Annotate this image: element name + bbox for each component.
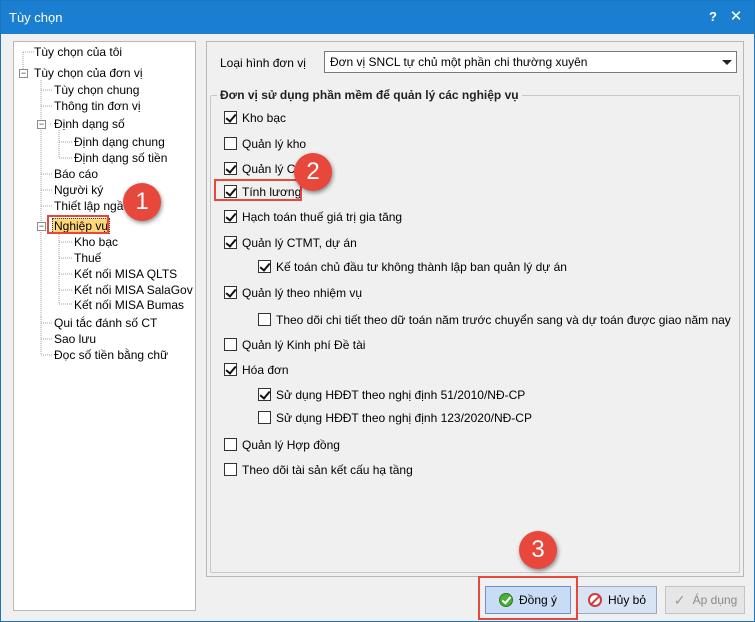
window-title: Tùy chọn [9, 10, 63, 25]
collapse-icon[interactable]: − [19, 69, 28, 78]
checkbox[interactable] [224, 286, 237, 299]
tree-item-general[interactable]: Tùy chọn chung [54, 82, 139, 98]
tree-item-voucher-numbering[interactable]: Qui tắc đánh số CT [54, 315, 157, 331]
group-title: Đơn vị sử dụng phần mềm để quản lý các n… [217, 88, 522, 102]
checkbox[interactable] [224, 463, 237, 476]
tree-item-setup[interactable]: Thiết lập ngầ [54, 198, 123, 214]
tree-item-tax[interactable]: Thuế [74, 250, 101, 266]
checkbox[interactable] [224, 363, 237, 376]
highlight-box-operations [47, 215, 109, 234]
collapse-icon[interactable]: − [37, 222, 46, 231]
highlight-box-ok [478, 576, 578, 620]
tree-item-misa-bumas[interactable]: Kết nối MISA Bumas [74, 297, 184, 313]
tree-item-format-general[interactable]: Định dạng chung [74, 134, 165, 150]
tree-item-number-format[interactable]: Định dạng số [54, 116, 125, 132]
unit-type-label: Loại hình đơn vị [220, 56, 306, 70]
tree-item-unit-info[interactable]: Thông tin đơn vị [54, 98, 141, 114]
tree-item-my-options[interactable]: Tùy chọn của tôi [34, 44, 122, 60]
checkbox[interactable] [258, 388, 271, 401]
checkbox[interactable] [258, 313, 271, 326]
help-icon[interactable]: ? [704, 8, 722, 26]
tree-item-unit-options[interactable]: Tùy chọn của đơn vị [34, 65, 143, 81]
checkmark-icon: ✓ [673, 591, 686, 608]
step-badge-1: 1 [123, 183, 161, 221]
tree-item-amount-in-words[interactable]: Đọc số tiền bằng chữ [54, 347, 168, 363]
unit-type-value: Đơn vị SNCL tự chủ một phần chi thường x… [330, 55, 588, 69]
checkbox[interactable] [258, 260, 271, 273]
checkbox[interactable] [224, 438, 237, 451]
prohibited-icon [587, 592, 602, 607]
tree-item-signers[interactable]: Người ký [54, 182, 103, 198]
checkbox[interactable] [224, 162, 237, 175]
options-tree[interactable]: Tùy chọn của tôi − Tùy chọn của đơn vị T… [13, 41, 196, 611]
tree-item-misa-salagov[interactable]: Kết nối MISA SalaGov [74, 282, 193, 298]
title-bar[interactable]: Tùy chọn ? ✕ [1, 1, 754, 34]
tree-item-misa-qlts[interactable]: Kết nối MISA QLTS [74, 266, 177, 282]
tree-item-reports[interactable]: Báo cáo [54, 166, 98, 182]
checkbox[interactable] [224, 210, 237, 223]
checkbox[interactable] [224, 137, 237, 150]
step-badge-3: 3 [519, 531, 557, 569]
unit-type-select[interactable]: Đơn vị SNCL tự chủ một phần chi thường x… [324, 51, 737, 73]
checkbox[interactable] [224, 111, 237, 124]
close-icon[interactable]: ✕ [726, 8, 746, 26]
checkbox[interactable] [224, 338, 237, 351]
apply-button[interactable]: ✓ Áp dụng [665, 586, 745, 614]
tree-item-treasury[interactable]: Kho bạc [74, 234, 118, 250]
collapse-icon[interactable]: − [37, 120, 46, 129]
cancel-button[interactable]: Hủy bỏ [577, 586, 657, 614]
highlight-box-payroll [214, 179, 302, 201]
step-badge-2: 2 [294, 153, 332, 191]
tree-item-format-amount[interactable]: Định dạng số tiền [74, 150, 167, 166]
chevron-down-icon[interactable] [722, 60, 732, 65]
operations-group: Đơn vị sử dụng phần mềm để quản lý các n… [210, 88, 740, 573]
checkbox[interactable] [224, 236, 237, 249]
options-dialog: Tùy chọn ? ✕ Tùy chọn của tôi − Tùy chọn… [0, 0, 755, 622]
checkbox[interactable] [258, 411, 271, 424]
tree-item-backup[interactable]: Sao lưu [54, 331, 96, 347]
settings-panel: Loại hình đơn vị Đơn vị SNCL tự chủ một … [206, 41, 744, 577]
